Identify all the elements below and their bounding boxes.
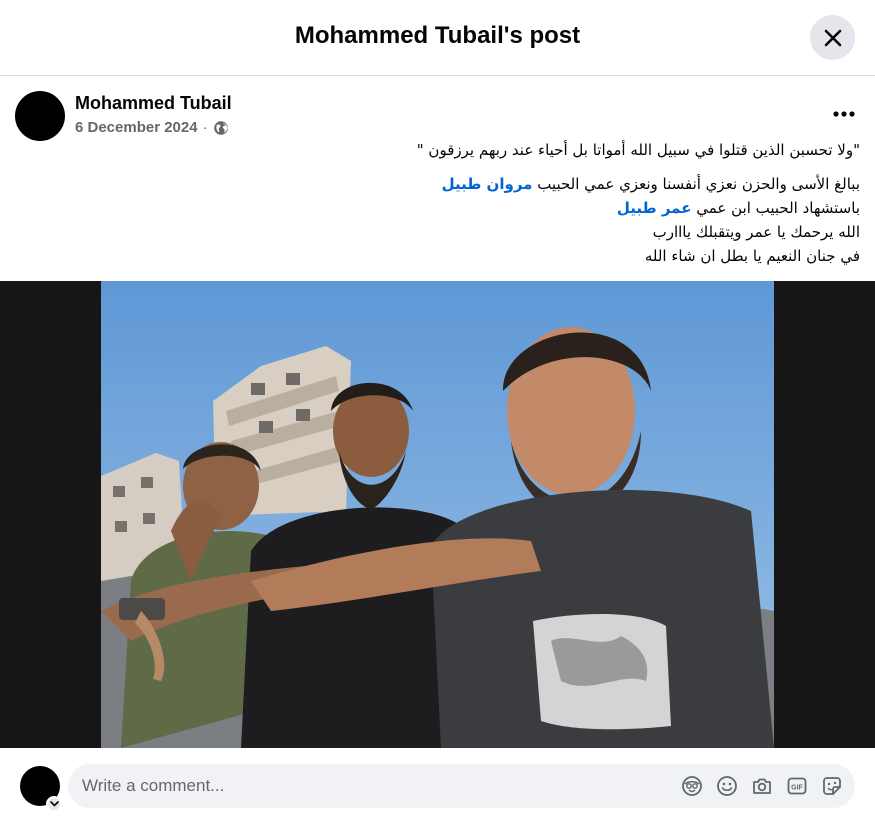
post-text: "ولا تحسبن الذين قتلوا في سبيل الله أموا… xyxy=(160,138,860,268)
comment-input[interactable] xyxy=(82,764,642,808)
post-line: ببالغ الأسى والحزن نعزي أنفسنا ونعزي عمي… xyxy=(160,172,860,196)
post-line-text: باستشهاد الحبيب ابن عمي xyxy=(691,199,860,217)
sticker-icon xyxy=(823,777,841,795)
post-header: Mohammed Tubail 6 December 2024 · xyxy=(15,91,860,143)
more-options-button[interactable] xyxy=(828,101,860,127)
post-meta: 6 December 2024 · xyxy=(75,119,229,136)
emoji-icon xyxy=(717,776,737,796)
avatar-sticker-button[interactable] xyxy=(680,775,704,797)
sticker-button[interactable] xyxy=(820,775,844,797)
dialog-header: Mohammed Tubail's post xyxy=(0,0,875,76)
emoji-button[interactable] xyxy=(715,775,739,797)
post-date[interactable]: 6 December 2024 xyxy=(75,119,198,136)
photo-container xyxy=(0,281,875,748)
more-horizontal-icon xyxy=(833,111,855,117)
gif-button[interactable]: GIF xyxy=(785,775,809,797)
account-switch-button[interactable] xyxy=(46,796,62,812)
post-photo[interactable] xyxy=(101,281,774,748)
comment-bar: GIF xyxy=(0,748,875,832)
close-icon xyxy=(824,29,841,46)
meta-separator: · xyxy=(202,119,208,136)
post-quote: "ولا تحسبن الذين قتلوا في سبيل الله أموا… xyxy=(416,141,860,159)
close-button[interactable] xyxy=(810,15,855,60)
avatar-sticker-icon xyxy=(682,776,702,796)
comment-input-container: GIF xyxy=(68,764,855,808)
globe-icon[interactable] xyxy=(213,120,229,136)
post-line: الله يرحمك يا عمر ويتقبلك يااارب xyxy=(652,223,860,241)
photo-illustration xyxy=(101,281,774,748)
camera-icon xyxy=(753,778,771,794)
author-avatar[interactable] xyxy=(15,91,65,141)
mention-link[interactable]: عمر طبيل xyxy=(617,199,692,217)
mention-link[interactable]: مروان طبيل xyxy=(442,175,533,193)
dialog-title: Mohammed Tubail's post xyxy=(294,22,581,49)
post-line: باستشهاد الحبيب ابن عمي عمر طبيل xyxy=(160,196,860,220)
author-name[interactable]: Mohammed Tubail xyxy=(75,93,232,114)
chevron-down-icon xyxy=(49,801,59,807)
post-line: في جنان النعيم يا بطل ان شاء الله xyxy=(644,247,860,265)
photo-upload-button[interactable] xyxy=(750,775,774,797)
post-line-text: ببالغ الأسى والحزن نعزي أنفسنا ونعزي عمي… xyxy=(532,175,860,193)
svg-text:GIF: GIF xyxy=(791,785,803,792)
gif-icon: GIF xyxy=(787,777,807,795)
